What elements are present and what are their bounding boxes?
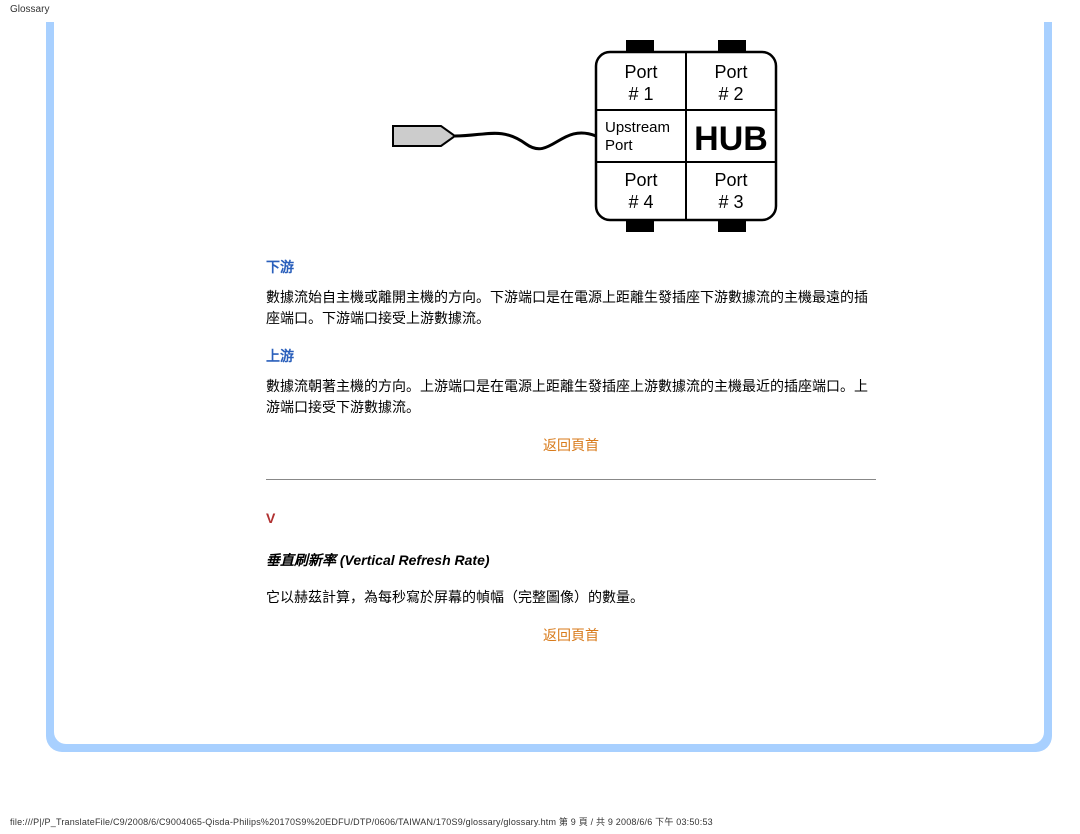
section-letter-v: V <box>266 508 876 530</box>
port1-label-l1: Port <box>624 62 657 82</box>
port-jack-4 <box>626 220 654 232</box>
upstream-heading: 上游 <box>266 346 876 368</box>
port2-label-l2: # 2 <box>718 84 743 104</box>
section-divider <box>266 479 876 480</box>
text-section: 下游 數據流始自主機或離開主機的方向。下游端口是在電源上距離生發插座下游數據流的… <box>266 239 876 647</box>
port3-label-l1: Port <box>714 170 747 190</box>
vertical-refresh-heading: 垂直刷新率 (Vertical Refresh Rate) <box>266 550 876 572</box>
inner-page: Port # 1 Port # 2 Upstream Port HUB Port… <box>54 22 1044 744</box>
usb-cable-icon <box>455 133 596 149</box>
port2-label-l1: Port <box>714 62 747 82</box>
port3-label-l2: # 3 <box>718 192 743 212</box>
port4-label-l1: Port <box>624 170 657 190</box>
downstream-heading: 下游 <box>266 257 876 279</box>
file-path-footer: file:///P|/P_TranslateFile/C9/2008/6/C90… <box>10 815 713 828</box>
port-jack-3 <box>718 220 746 232</box>
usb-plug-icon <box>393 126 455 146</box>
upstream-label-l1: Upstream <box>605 119 670 136</box>
port4-label-l2: # 4 <box>628 192 653 212</box>
hub-diagram: Port # 1 Port # 2 Upstream Port HUB Port… <box>266 22 876 239</box>
downstream-body: 數據流始自主機或離開主機的方向。下游端口是在電源上距離生發插座下游數據流的主機最… <box>266 287 876 330</box>
return-to-top-link[interactable]: 返回頁首 <box>266 435 876 457</box>
upstream-body: 數據流朝著主機的方向。上游端口是在電源上距離生發插座上游數據流的主機最近的插座端… <box>266 376 876 419</box>
return-to-top-link-2[interactable]: 返回頁首 <box>266 625 876 647</box>
port-jack-1 <box>626 40 654 52</box>
content-column: Port # 1 Port # 2 Upstream Port HUB Port… <box>266 22 876 669</box>
port-jack-2 <box>718 40 746 52</box>
hub-diagram-svg: Port # 1 Port # 2 Upstream Port HUB Port… <box>351 34 791 239</box>
hub-label: HUB <box>694 120 768 158</box>
port1-label-l2: # 1 <box>628 84 653 104</box>
outer-frame: Port # 1 Port # 2 Upstream Port HUB Port… <box>46 22 1052 752</box>
page-header-title: Glossary <box>10 4 49 15</box>
upstream-label-l2: Port <box>605 137 633 154</box>
vertical-refresh-body: 它以赫茲計算，為每秒寫於屏幕的幀幅（完整圖像）的數量。 <box>266 587 876 609</box>
